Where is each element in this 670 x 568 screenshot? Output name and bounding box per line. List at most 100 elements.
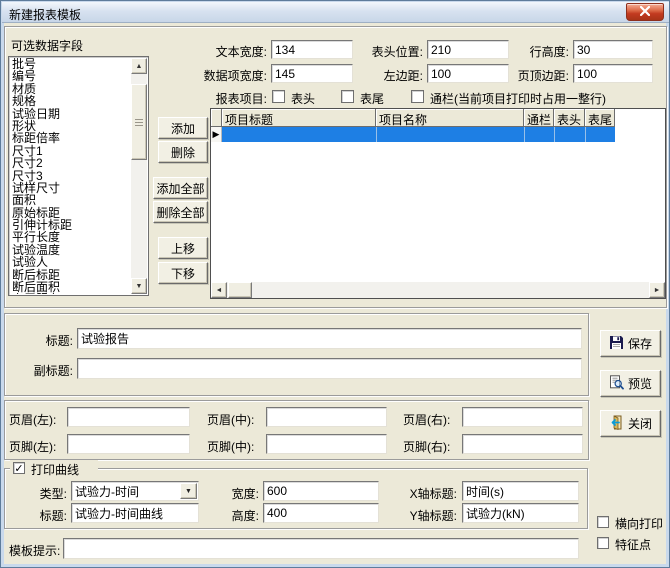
chevron-down-icon: ▼	[185, 488, 192, 495]
move-up-button[interactable]: 上移	[158, 237, 208, 259]
list-item[interactable]: 规格	[12, 95, 130, 107]
listbox-vertical-scrollbar[interactable]: ▲ ▼	[131, 58, 147, 294]
list-item[interactable]: 编号	[12, 70, 130, 82]
report-title-label: 标题:	[21, 332, 73, 349]
row-height-input[interactable]	[573, 40, 653, 59]
grid-column-header[interactable]: 表头	[554, 109, 585, 127]
print-curve-label: 打印曲线	[31, 461, 79, 478]
data-item-width-input[interactable]	[271, 64, 353, 83]
landscape-print-label: 横向打印	[615, 515, 663, 532]
check-icon: ✓	[14, 462, 23, 475]
curve-type-value: 试验力-时间	[75, 485, 139, 499]
grid-column-header[interactable]: 通栏	[524, 109, 554, 127]
exit-door-icon	[609, 415, 624, 433]
grid-row-selector[interactable]: ▶	[211, 127, 222, 142]
template-hint-label: 模板提示:	[9, 542, 60, 559]
page-footer-center-input[interactable]	[266, 434, 387, 454]
report-subtitle-label: 副标题:	[9, 362, 73, 379]
data-fields-listbox[interactable]: 批号编号材质规格试验日期形状标距倍率尺寸1尺寸2尺寸3试样尺寸面积原始标距引伸计…	[8, 56, 149, 296]
preview-button[interactable]: 预览	[600, 370, 661, 397]
move-down-button-label: 下移	[171, 265, 195, 282]
add-all-button[interactable]: 添加全部	[153, 177, 208, 199]
report-title-input[interactable]	[77, 328, 582, 349]
save-button[interactable]: 保存	[600, 330, 661, 357]
landscape-print-checkbox[interactable]	[597, 516, 609, 528]
scroll-up-icon: ▲	[136, 63, 143, 70]
header-checkbox-label: 表头	[291, 90, 315, 107]
dialog-new-report-template: 新建报表模板 可选数据字段 批号编号材质规格试验日期形状标距倍率尺寸1尺寸2尺寸…	[0, 0, 670, 568]
grid-column-header[interactable]: 表尾	[585, 109, 615, 127]
page-footer-right-label: 页脚(右):	[403, 438, 450, 455]
page-top-margin-label: 页顶边距:	[499, 67, 569, 84]
add-all-button-label: 添加全部	[156, 180, 204, 197]
add-button[interactable]: 添加	[158, 117, 208, 139]
page-header-left-input[interactable]	[67, 407, 190, 427]
close-button[interactable]: 关闭	[600, 410, 661, 437]
scrollbar-thumb[interactable]	[131, 84, 147, 160]
print-curve-checkbox[interactable]: ✓	[13, 462, 25, 474]
close-window-button[interactable]	[626, 3, 664, 21]
scroll-left-button[interactable]: ◄	[211, 282, 227, 298]
close-icon	[640, 5, 650, 19]
scroll-right-button[interactable]: ►	[649, 282, 665, 298]
delete-button[interactable]: 删除	[158, 141, 208, 163]
delete-button-label: 删除	[171, 144, 195, 161]
grid-colsep	[376, 127, 377, 142]
curve-height-input[interactable]	[263, 503, 379, 523]
row-marker-icon: ▶	[213, 129, 220, 139]
page-footer-left-input[interactable]	[67, 434, 190, 454]
scroll-up-button[interactable]: ▲	[131, 58, 147, 74]
text-width-input[interactable]	[271, 40, 353, 59]
page-footer-right-input[interactable]	[462, 434, 583, 454]
grid-colsep	[524, 127, 525, 142]
dropdown-button[interactable]: ▼	[180, 483, 197, 499]
footer-checkbox[interactable]	[341, 90, 354, 103]
row-height-label: 行高度:	[499, 43, 569, 60]
close-button-label: 关闭	[628, 415, 652, 432]
list-item[interactable]: 平行长度	[12, 231, 130, 243]
report-items-label: 报表项目:	[187, 90, 267, 107]
feature-point-checkbox[interactable]	[597, 537, 609, 549]
x-axis-title-input[interactable]	[462, 481, 579, 501]
curve-width-input[interactable]	[263, 481, 379, 501]
data-item-width-label: 数据项宽度:	[173, 67, 267, 84]
list-item[interactable]: 面积	[12, 194, 130, 206]
page-header-right-input[interactable]	[462, 407, 583, 427]
fullrow-checkbox[interactable]	[411, 90, 424, 103]
page-header-left-label: 页眉(左):	[9, 411, 56, 428]
scroll-right-icon: ►	[654, 287, 661, 294]
list-item[interactable]: 试验人	[12, 256, 130, 268]
grid-horizontal-scrollbar[interactable]: ◄ ►	[211, 282, 665, 298]
header-checkbox[interactable]	[272, 90, 285, 103]
list-item[interactable]: 标距倍率	[12, 132, 130, 144]
x-axis-title-label: X轴标题:	[393, 485, 457, 502]
grid-column-header[interactable]: 项目标题	[222, 109, 376, 127]
curve-type-select[interactable]: 试验力-时间 ▼	[71, 481, 199, 501]
scroll-left-icon: ◄	[216, 287, 223, 294]
report-items-grid: 项目标题项目名称通栏表头表尾 ▶ ◄ ►	[210, 108, 666, 299]
header-position-input[interactable]	[427, 40, 509, 59]
page-header-right-label: 页眉(右):	[403, 411, 450, 428]
list-item[interactable]: 尺寸2	[12, 157, 130, 169]
curve-width-label: 宽度:	[221, 485, 259, 502]
list-item[interactable]: 上屈服力	[12, 293, 130, 294]
scroll-down-button[interactable]: ▼	[131, 278, 147, 294]
grid-selected-row[interactable]	[222, 127, 615, 142]
curve-title-input[interactable]	[71, 503, 199, 523]
delete-all-button[interactable]: 删除全部	[153, 201, 208, 223]
y-axis-title-input[interactable]	[462, 503, 579, 523]
hscrollbar-thumb[interactable]	[228, 282, 252, 298]
text-width-label: 文本宽度:	[187, 43, 267, 60]
feature-point-label: 特征点	[615, 536, 651, 553]
thumb-grip	[135, 122, 143, 123]
scroll-down-icon: ▼	[136, 283, 143, 290]
left-margin-input[interactable]	[427, 64, 509, 83]
save-button-label: 保存	[628, 335, 652, 352]
template-hint-input[interactable]	[63, 538, 579, 559]
page-header-center-input[interactable]	[266, 407, 387, 427]
page-top-margin-input[interactable]	[573, 64, 653, 83]
grid-colsep	[554, 127, 555, 142]
move-down-button[interactable]: 下移	[158, 262, 208, 284]
grid-column-header[interactable]: 项目名称	[376, 109, 524, 127]
report-subtitle-input[interactable]	[77, 358, 582, 379]
